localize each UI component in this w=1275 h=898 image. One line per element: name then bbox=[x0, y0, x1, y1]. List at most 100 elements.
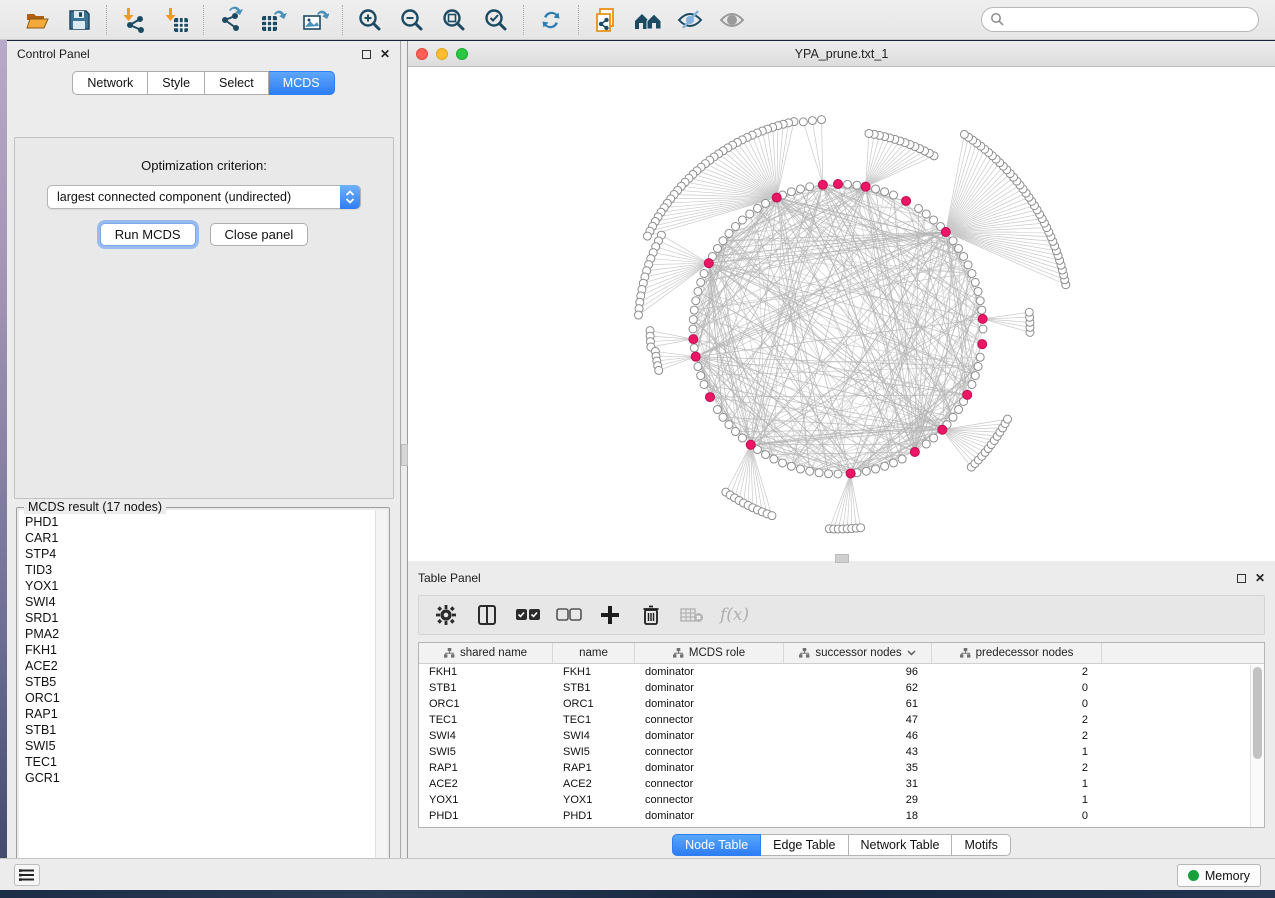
table-cell[interactable]: RAP1 bbox=[419, 761, 553, 777]
table-cell[interactable]: SWI5 bbox=[419, 745, 553, 761]
mcds-result-scrollbar[interactable] bbox=[375, 510, 387, 876]
mcds-result-item[interactable]: YOX1 bbox=[25, 578, 375, 594]
open-file-icon[interactable] bbox=[19, 4, 55, 36]
graph-node[interactable] bbox=[825, 470, 833, 478]
graph-node[interactable] bbox=[689, 325, 697, 333]
graph-node[interactable] bbox=[787, 188, 795, 196]
graph-mcds-hub-node[interactable] bbox=[963, 390, 972, 399]
import-table-icon[interactable] bbox=[158, 4, 194, 36]
graph-node[interactable] bbox=[974, 287, 982, 295]
table-cell[interactable]: dominator bbox=[635, 697, 784, 713]
table-cell[interactable]: TEC1 bbox=[419, 713, 553, 729]
graph-mcds-hub-node[interactable] bbox=[941, 227, 950, 236]
tab-network[interactable]: Network bbox=[72, 71, 148, 95]
table-cell[interactable]: 0 bbox=[932, 697, 1102, 713]
table-cell[interactable]: 1 bbox=[932, 777, 1102, 793]
table-cell[interactable]: connector bbox=[635, 777, 784, 793]
table-cell[interactable]: 1 bbox=[932, 793, 1102, 809]
table-cell[interactable]: 2 bbox=[932, 729, 1102, 745]
refresh-icon[interactable] bbox=[533, 4, 569, 36]
graph-node[interactable] bbox=[971, 372, 979, 380]
tab-select[interactable]: Select bbox=[205, 71, 269, 95]
graph-node[interactable] bbox=[949, 237, 957, 245]
graph-node[interactable] bbox=[971, 278, 979, 286]
graph-mcds-hub-node[interactable] bbox=[978, 314, 987, 323]
table-cell[interactable]: 2 bbox=[932, 713, 1102, 729]
table-cell[interactable]: FKH1 bbox=[419, 665, 553, 681]
graph-node[interactable] bbox=[978, 306, 986, 314]
vertical-splitter[interactable] bbox=[401, 41, 408, 858]
table-settings-gear-icon[interactable] bbox=[433, 602, 459, 628]
graph-mcds-hub-node[interactable] bbox=[910, 447, 919, 456]
graph-node[interactable] bbox=[731, 428, 739, 436]
graph-node[interactable] bbox=[731, 222, 739, 230]
memory-button[interactable]: Memory bbox=[1177, 864, 1261, 887]
mcds-result-item[interactable]: STB5 bbox=[25, 674, 375, 690]
graph-mcds-hub-node[interactable] bbox=[818, 180, 827, 189]
table-cell[interactable]: SWI4 bbox=[553, 729, 635, 745]
graph-node[interactable] bbox=[787, 462, 795, 470]
table-cell[interactable]: 61 bbox=[784, 697, 932, 713]
float-table-panel-icon[interactable] bbox=[1237, 574, 1246, 583]
graph-node[interactable] bbox=[881, 462, 889, 470]
graph-node[interactable] bbox=[692, 297, 700, 305]
show-columns-icon[interactable] bbox=[474, 602, 500, 628]
tab-motifs[interactable]: Motifs bbox=[952, 834, 1010, 856]
column-header-name[interactable]: name bbox=[553, 643, 635, 663]
task-history-button[interactable] bbox=[14, 864, 40, 886]
graph-leaf-node[interactable] bbox=[643, 232, 651, 240]
mcds-result-item[interactable]: ORC1 bbox=[25, 690, 375, 706]
zoom-out-icon[interactable] bbox=[394, 4, 430, 36]
table-cell[interactable]: ORC1 bbox=[419, 697, 553, 713]
graph-node[interactable] bbox=[976, 353, 984, 361]
table-row[interactable]: PHD1PHD1dominator180 bbox=[419, 809, 1250, 825]
table-cell[interactable]: 0 bbox=[932, 681, 1102, 697]
mcds-result-item[interactable]: TEC1 bbox=[25, 754, 375, 770]
graph-node[interactable] bbox=[898, 455, 906, 463]
table-cell[interactable]: 43 bbox=[784, 745, 932, 761]
table-cell[interactable]: TEC1 bbox=[553, 713, 635, 729]
graph-node[interactable] bbox=[949, 413, 957, 421]
table-row[interactable]: FKH1FKH1dominator962 bbox=[419, 665, 1250, 681]
graph-node[interactable] bbox=[806, 467, 814, 475]
graph-mcds-hub-node[interactable] bbox=[691, 352, 700, 361]
graph-node[interactable] bbox=[725, 421, 733, 429]
graph-mcds-hub-node[interactable] bbox=[861, 182, 870, 191]
graph-node[interactable] bbox=[964, 261, 972, 269]
table-row[interactable]: STB1STB1dominator620 bbox=[419, 681, 1250, 697]
graph-node[interactable] bbox=[976, 297, 984, 305]
column-header-predecessor-nodes[interactable]: predecessor nodes bbox=[932, 643, 1102, 663]
graph-node[interactable] bbox=[697, 372, 705, 380]
show-all-icon[interactable] bbox=[714, 4, 750, 36]
table-cell[interactable]: 62 bbox=[784, 681, 932, 697]
graph-node[interactable] bbox=[960, 253, 968, 261]
graph-node[interactable] bbox=[746, 210, 754, 218]
graph-node[interactable] bbox=[862, 467, 870, 475]
graph-node[interactable] bbox=[843, 180, 851, 188]
graph-node[interactable] bbox=[889, 191, 897, 199]
mcds-result-item[interactable]: TID3 bbox=[25, 562, 375, 578]
graph-node[interactable] bbox=[700, 380, 708, 388]
tab-node-table[interactable]: Node Table bbox=[672, 834, 761, 856]
graph-node[interactable] bbox=[689, 316, 697, 324]
graph-node[interactable] bbox=[762, 199, 770, 207]
graph-node[interactable] bbox=[955, 406, 963, 414]
graph-node[interactable] bbox=[700, 270, 708, 278]
table-cell[interactable]: 47 bbox=[784, 713, 932, 729]
graph-node[interactable] bbox=[806, 183, 814, 191]
graph-mcds-hub-node[interactable] bbox=[846, 469, 855, 478]
graph-node[interactable] bbox=[753, 204, 761, 212]
table-cell[interactable]: STB1 bbox=[553, 681, 635, 697]
table-cell[interactable]: 46 bbox=[784, 729, 932, 745]
hide-selected-icon[interactable] bbox=[672, 4, 708, 36]
graph-node[interactable] bbox=[719, 413, 727, 421]
graph-node[interactable] bbox=[694, 363, 702, 371]
table-cell[interactable]: connector bbox=[635, 745, 784, 761]
table-cell[interactable]: ACE2 bbox=[553, 777, 635, 793]
graph-node[interactable] bbox=[853, 181, 861, 189]
new-network-from-selection-icon[interactable] bbox=[588, 4, 624, 36]
table-cell[interactable]: dominator bbox=[635, 809, 784, 825]
graph-node[interactable] bbox=[690, 344, 698, 352]
tab-style[interactable]: Style bbox=[148, 71, 205, 95]
graph-node[interactable] bbox=[762, 451, 770, 459]
